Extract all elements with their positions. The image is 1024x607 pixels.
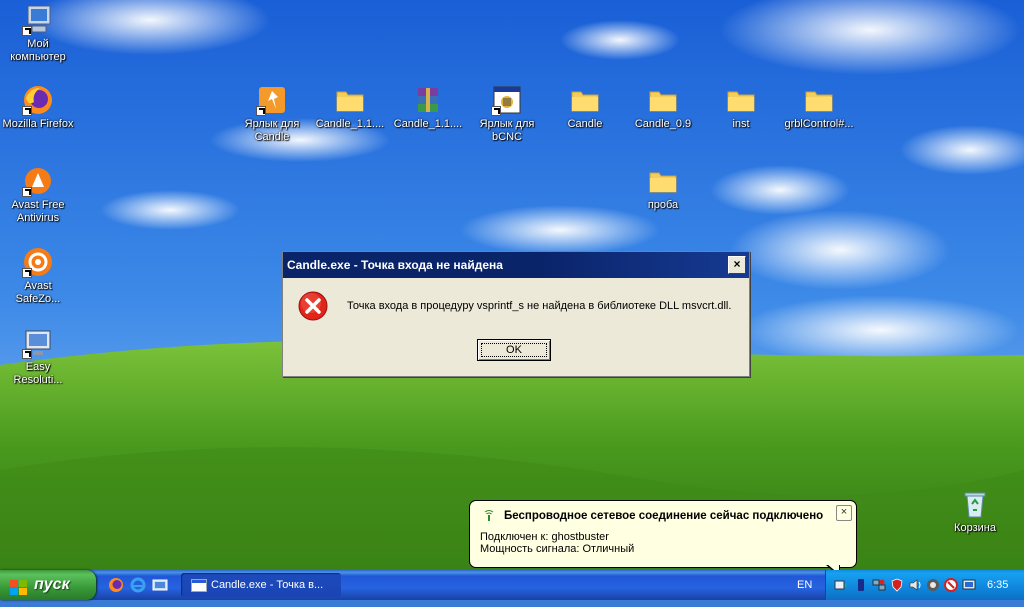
shortcut-arrow-icon [22, 26, 32, 36]
folder-icon [725, 84, 757, 116]
dialog-close-button[interactable]: × [728, 256, 746, 274]
desktop-icon-avast-safezone[interactable]: Avast SafeZo... [0, 246, 76, 306]
desktop-icon-candle-shortcut[interactable]: Ярлык для Candle [234, 84, 310, 144]
shortcut-arrow-icon [22, 187, 32, 197]
dialog-title: Candle.exe - Точка входа не найдена [287, 258, 503, 272]
avast-icon[interactable] [926, 578, 940, 592]
clock[interactable]: 6:35 [987, 570, 1008, 600]
desktop-icon-bcnc-shortcut[interactable]: Ярлык для bCNC [469, 84, 545, 144]
firefox-icon [22, 84, 54, 116]
desktop-icon-label: Mozilla Firefox [2, 118, 74, 130]
desktop-icon-candle-0-9-folder[interactable]: Candle_0.9 [625, 84, 701, 131]
bcnc-shortcut-icon [491, 84, 523, 116]
quicklaunch-show-desktop-icon[interactable] [152, 577, 168, 593]
desktop-icon-recycle-bin[interactable]: Корзина [937, 488, 1013, 535]
desktop-icon-candle-folder-1[interactable]: Candle_1.1.... [312, 84, 388, 131]
usb-icon[interactable] [854, 578, 868, 592]
desktop-icon-firefox[interactable]: Mozilla Firefox [0, 84, 76, 131]
candle-shortcut-icon [256, 84, 288, 116]
desktop-icon-label: Avast SafeZo... [15, 280, 61, 305]
dialog-title-bar[interactable]: Candle.exe - Точка входа не найдена × [283, 252, 749, 278]
desktop-icon-label: Candle [567, 118, 603, 130]
quicklaunch-firefox-icon[interactable] [108, 577, 124, 593]
folder-icon [803, 84, 835, 116]
wireless-network-icon[interactable] [834, 578, 848, 592]
error-icon [297, 290, 329, 322]
folder-icon [647, 165, 679, 197]
desktop-icon-label: inst [732, 118, 750, 130]
desktop-icon-grblcontrol-folder[interactable]: grblControl#... [781, 84, 857, 131]
shortcut-arrow-icon [491, 106, 501, 116]
folder-icon [569, 84, 601, 116]
desktop-icon-candle-archive[interactable]: Candle_1.1.... [390, 84, 466, 131]
desktop-icon-label: Мой компьютер [10, 38, 66, 63]
desktop-icon-my-computer[interactable]: Мой компьютер [0, 4, 76, 64]
wireless-network-icon [482, 509, 496, 523]
close-icon: × [733, 257, 741, 271]
desktop-icon-avast[interactable]: Avast Free Antivirus [0, 165, 76, 225]
desktop-icon-inst-folder[interactable]: inst [703, 84, 779, 131]
shortcut-arrow-icon [22, 106, 32, 116]
desktop-icon-easy-resolution[interactable]: Easy Resoluti... [0, 327, 76, 387]
balloon-signal-strength: Мощность сигнала: Отличный [480, 543, 635, 555]
desktop-icon-label: Avast Free Antivirus [11, 199, 65, 224]
taskbar: пуск Candle.exe - Точка в... EN 6:35 [0, 570, 1024, 600]
avast-safezone-icon [22, 246, 54, 278]
monitor-icon[interactable] [962, 578, 976, 592]
language-indicator[interactable]: EN [797, 570, 812, 600]
quicklaunch-internet-explorer-icon[interactable] [130, 577, 146, 593]
close-icon: × [840, 506, 848, 518]
desktop-icon-label: Candle_1.1.... [315, 118, 385, 130]
taskbar-item-label: Candle.exe - Точка в... [211, 579, 324, 591]
easy-resolution-icon [22, 327, 54, 359]
taskbar-item-candle[interactable]: Candle.exe - Точка в... [181, 573, 341, 597]
error-dialog: Candle.exe - Точка входа не найдена × То… [282, 251, 750, 377]
desktop-icon-label: Ярлык для bCNC [479, 118, 535, 143]
balloon-title: Беспроводное сетевое соединение сейчас п… [504, 510, 824, 522]
desktop-icon-proba-folder[interactable]: проба [625, 165, 701, 212]
desktop-icon-label: Candle_1.1.... [393, 118, 463, 130]
desktop-icon-label: Корзина [954, 522, 996, 534]
desktop-icon-label: Easy Resoluti... [13, 361, 63, 386]
shortcut-arrow-icon [22, 349, 32, 359]
security-alert-icon[interactable] [944, 578, 958, 592]
balloon-connected-to: Подключен к: ghostbuster [480, 531, 609, 543]
dialog-message: Точка входа в процедуру vsprintf_s не на… [347, 300, 732, 312]
shield-icon[interactable] [890, 578, 904, 592]
window-icon [191, 579, 207, 592]
desktop-icon-label: Ярлык для Candle [244, 118, 300, 143]
shortcut-arrow-icon [256, 106, 266, 116]
windows-logo-icon [10, 577, 28, 595]
notification-balloon[interactable]: Беспроводное сетевое соединение сейчас п… [469, 500, 857, 568]
desktop-icon-label: проба [647, 199, 679, 211]
start-button[interactable]: пуск [0, 570, 96, 600]
balloon-close-button[interactable]: × [836, 505, 852, 521]
avast-icon [22, 165, 54, 197]
desktop-icon-label: Candle_0.9 [634, 118, 692, 130]
winrar-archive-icon [412, 84, 444, 116]
recycle-bin-icon [959, 488, 991, 520]
volume-icon[interactable] [908, 578, 922, 592]
shortcut-arrow-icon [22, 268, 32, 278]
desktop-icon-label: grblControl#... [784, 118, 854, 130]
my-computer-icon [22, 4, 54, 36]
network-icon[interactable] [872, 578, 886, 592]
desktop-icon-candle-folder[interactable]: Candle [547, 84, 623, 131]
folder-icon [647, 84, 679, 116]
start-label: пуск [34, 576, 70, 593]
ok-button[interactable]: OK [477, 339, 551, 361]
folder-icon [334, 84, 366, 116]
system-tray: 6:35 [825, 570, 1024, 600]
